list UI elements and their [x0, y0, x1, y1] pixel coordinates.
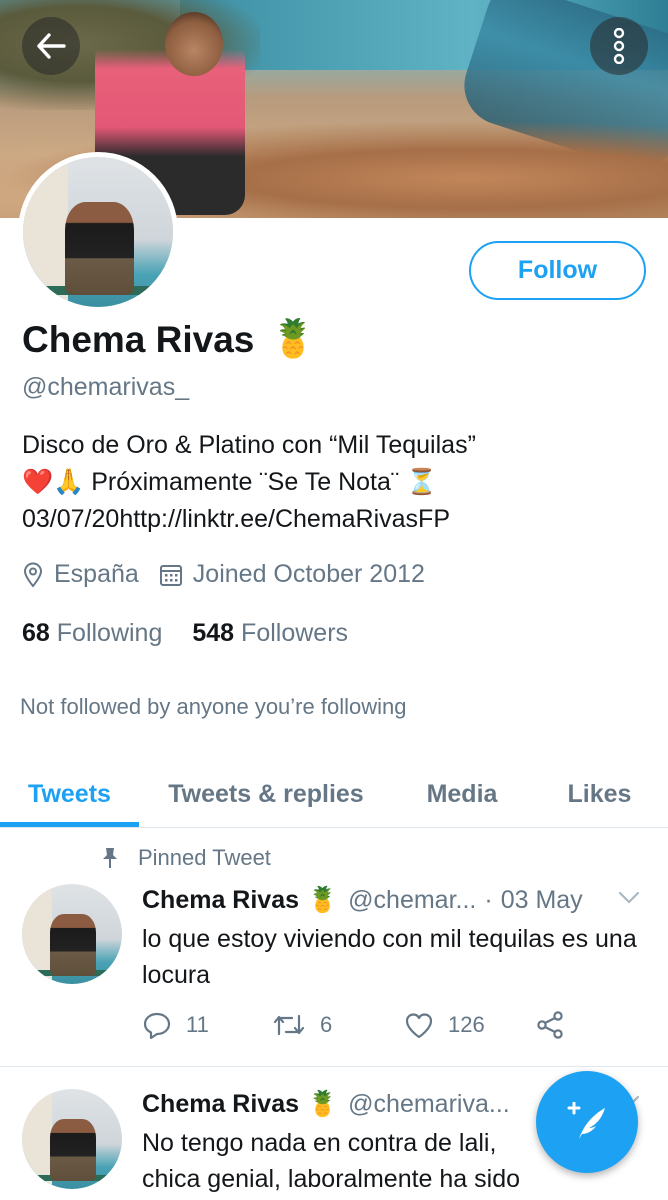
tweet-text: lo que estoy viviendo con mil tequilas e…	[142, 925, 637, 989]
tweet-avatar[interactable]	[22, 1089, 122, 1189]
share-icon	[537, 1011, 563, 1039]
banner-person-head	[165, 12, 223, 76]
profile-name: Chema Rivas 🍍	[22, 318, 316, 361]
like-button[interactable]: 126	[404, 1012, 536, 1039]
bio-line-2: ❤️ 🙏 Próximamente ¨Se Te Nota¨ ⏳	[22, 464, 652, 501]
bio-line-2-text: Próximamente ¨Se Te Nota¨	[84, 468, 407, 496]
heart-emoji: ❤️	[22, 468, 54, 496]
follow-counts: 68 Following 548 Followers	[22, 619, 378, 648]
bio-line-1: Disco de Oro & Platino con “Mil Tequilas…	[22, 431, 476, 459]
tweet-text-line: chica genial, laboralmente ha sido	[142, 1165, 521, 1193]
follow-button[interactable]: Follow	[469, 241, 646, 300]
heart-icon	[405, 1012, 433, 1038]
retweet-count: 6	[320, 1012, 333, 1037]
reply-count: 11	[186, 1012, 209, 1037]
followers-link[interactable]: 548 Followers	[192, 619, 348, 648]
location-pin-icon	[23, 562, 43, 588]
followers-count: 548	[192, 619, 235, 647]
following-count: 68	[22, 619, 50, 647]
tweet-date: 03 May	[500, 886, 583, 914]
following-link[interactable]: 68 Following	[22, 619, 162, 648]
like-count: 126	[448, 1012, 485, 1037]
profile-name-text: Chema Rivas	[22, 318, 255, 360]
profile-bio: Disco de Oro & Platino con “Mil Tequilas…	[22, 427, 652, 538]
profile-meta: España Joined October 2012	[22, 560, 445, 589]
pinned-label: Pinned Tweet	[100, 845, 271, 871]
hourglass-emoji: ⏳	[406, 468, 438, 496]
tweet-item[interactable]: Pinned Tweet Chema Rivas 🍍 @chemar... · …	[0, 829, 668, 1067]
tweet-text: No tengo nada en contra de lali, chica g…	[142, 1125, 562, 1197]
tab-tweets-replies[interactable]: Tweets & replies	[139, 760, 393, 828]
pray-emoji: 🙏	[53, 468, 85, 496]
pineapple-emoji: 🍍	[307, 1090, 339, 1118]
joined-text: Joined October 2012	[192, 560, 425, 588]
tweet-author-handle: @chemariva...	[348, 1090, 510, 1118]
compose-tweet-button[interactable]	[536, 1071, 638, 1173]
tweet-header: Chema Rivas 🍍 @chemar... · 03 May	[142, 886, 583, 915]
bio-link[interactable]: 03/07/20http://linktr.ee/ChemaRivasFP	[22, 501, 652, 538]
active-tab-indicator	[0, 822, 139, 827]
tweet-header: Chema Rivas 🍍 @chemariva...	[142, 1090, 510, 1119]
not-followed-text: Not followed by anyone you’re following	[20, 694, 407, 719]
retweet-button[interactable]: 6	[272, 1012, 404, 1038]
pinned-text: Pinned Tweet	[138, 845, 271, 870]
arrow-left-icon	[37, 33, 66, 59]
more-vertical-icon	[613, 28, 625, 64]
tweet-author-name: Chema Rivas	[142, 886, 300, 914]
calendar-icon	[159, 564, 182, 586]
tab-tweets[interactable]: Tweets	[0, 760, 139, 828]
tweet-text-line: No tengo nada en contra de lali,	[142, 1129, 497, 1157]
tweet-actions: 11 6 126	[142, 1011, 564, 1039]
location-text: España	[54, 560, 139, 588]
retweet-icon	[273, 1014, 305, 1036]
more-options-button[interactable]	[590, 17, 648, 75]
tab-media[interactable]: Media	[393, 760, 531, 828]
followers-label: Followers	[241, 619, 349, 647]
profile-tabs: Tweets Tweets & replies Media Likes	[0, 760, 668, 828]
reply-button[interactable]: 11	[142, 1011, 272, 1039]
following-label: Following	[56, 619, 163, 647]
compose-quill-icon	[567, 1102, 605, 1139]
reply-icon	[143, 1012, 171, 1039]
chevron-down-icon	[618, 891, 640, 904]
tweet-menu-button[interactable]	[618, 891, 640, 910]
pineapple-emoji: 🍍	[307, 886, 339, 914]
back-button[interactable]	[22, 17, 80, 75]
profile-handle: @chemarivas_	[22, 373, 190, 401]
share-button[interactable]	[536, 1011, 564, 1039]
profile-avatar[interactable]	[18, 152, 178, 312]
location: España	[22, 560, 139, 589]
joined-date: Joined October 2012	[159, 560, 425, 589]
tab-likes[interactable]: Likes	[531, 760, 668, 828]
tweet-author-handle: @chemar...	[348, 886, 477, 914]
pineapple-emoji: 🍍	[270, 318, 317, 359]
tweet-author-name: Chema Rivas	[142, 1090, 300, 1118]
separator-dot: ·	[484, 886, 493, 914]
pin-icon	[103, 848, 117, 868]
tweet-avatar[interactable]	[22, 884, 122, 984]
